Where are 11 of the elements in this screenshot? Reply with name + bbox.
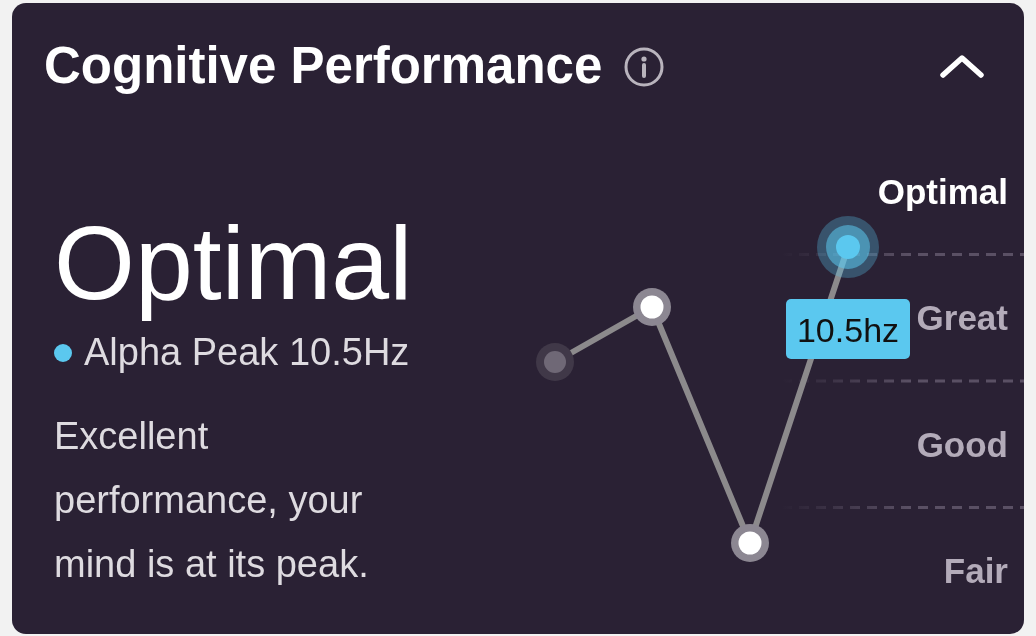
collapse-button[interactable]: [939, 52, 985, 79]
metric-text: Alpha Peak 10.5Hz: [84, 329, 410, 375]
scale-label: Great: [916, 298, 1008, 338]
rating-text: Optimal: [54, 204, 413, 323]
scale-label: Fair: [943, 551, 1008, 591]
info-icon[interactable]: [624, 46, 665, 87]
scale-label: Optimal: [877, 171, 1008, 211]
description-text: Excellent performance, your mind is at its peak.: [54, 413, 370, 587]
card-title: Cognitive Performance: [44, 35, 603, 96]
scale-label: Good: [916, 424, 1008, 464]
chevron-up-icon: [939, 52, 985, 79]
